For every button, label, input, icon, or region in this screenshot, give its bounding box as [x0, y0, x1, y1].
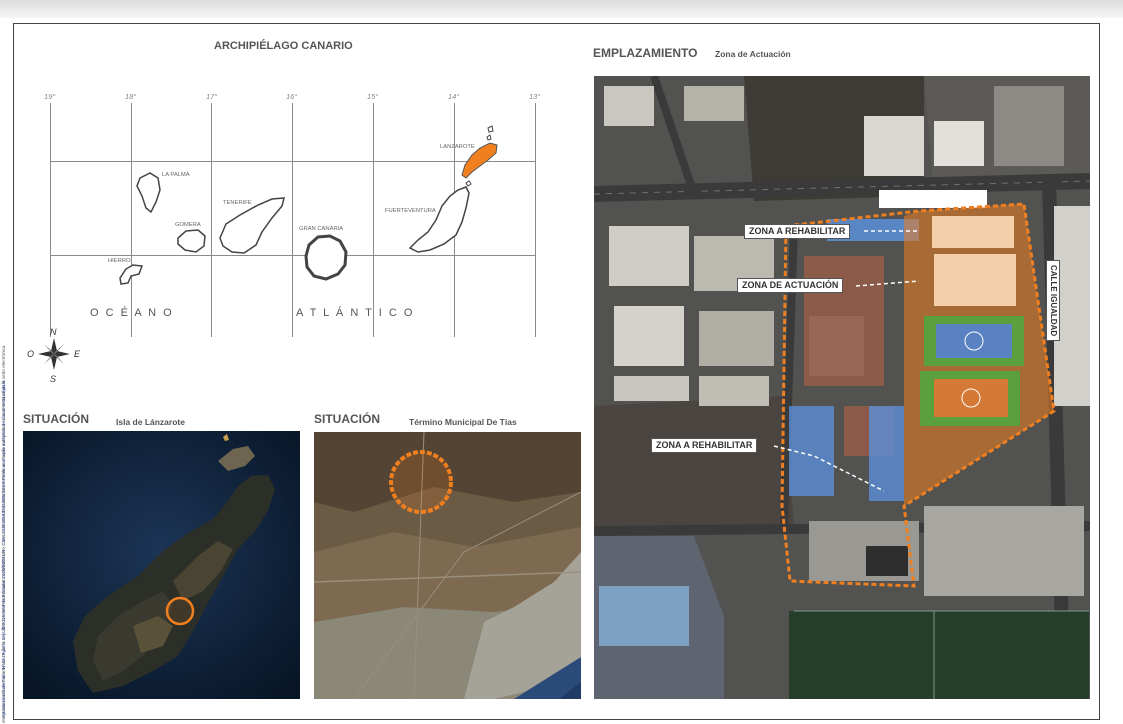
label-la-palma: LA PALMA: [162, 172, 190, 178]
street-label-calle-igualdad: CALLE IGUALDAD: [1046, 260, 1060, 342]
tias-municipality-map: [314, 432, 581, 699]
label-hierro: HIERRO: [108, 258, 131, 264]
compass-e: E: [74, 349, 81, 359]
situacion-municipio-subtitle: Término Municipal De Tías: [409, 417, 517, 427]
compass-rose-icon: [38, 338, 70, 370]
situacion-municipio-title: SITUACIÓN: [314, 412, 380, 426]
hierro-island: [119, 264, 144, 285]
ocean-word-2: A T L Á N T I C O: [296, 307, 415, 319]
tias-location-marker: [165, 596, 195, 626]
lanzarote-satellite-svg: [23, 431, 300, 699]
building-roof-2: [934, 254, 1016, 306]
registry-stamp-line-2: electrónico conforme al artículo 27 de l…: [1, 345, 6, 723]
label-gran-canaria: GRAN CANARIA: [299, 226, 344, 232]
emplazamiento-title: EMPLAZAMIENTO: [593, 46, 698, 60]
graciosa-island: [487, 125, 494, 133]
lanzarote-satellite-map: [23, 431, 300, 699]
islands-outline-svg: [119, 125, 498, 285]
tenerife-island: [219, 197, 285, 254]
compass-n: N: [50, 327, 57, 337]
label-gomera: GOMERA: [175, 222, 201, 228]
compass-s: S: [50, 374, 57, 384]
label-zona-rehabilitar-bottom: ZONA A REHABILITAR: [651, 438, 758, 453]
ocean-word-1: O C É A N O: [90, 307, 174, 319]
label-zona-actuacion: ZONA DE ACTUACIÓN: [737, 278, 844, 293]
gomera-island: [177, 229, 206, 253]
lobos-island: [465, 180, 472, 187]
fuerteventura-island: [408, 186, 470, 253]
situacion-isla-title: SITUACIÓN: [23, 412, 89, 426]
site-aerial-map: ZONA A REHABILITAR ZONA DE ACTUACIÓN ZON…: [594, 76, 1090, 699]
label-lanzarote: LANZAROTE: [440, 144, 475, 150]
compass-o: O: [27, 349, 35, 359]
tias-zone-marker: [389, 450, 453, 514]
situacion-isla-subtitle: Isla de Lánzarote: [116, 417, 185, 427]
label-zona-rehabilitar-top: ZONA A REHABILITAR: [744, 224, 851, 239]
alegranza-island: [486, 134, 492, 141]
label-tenerife: TENERIFE: [223, 200, 252, 206]
emplazamiento-subtitle: Zona de Actuación: [715, 49, 791, 59]
site-aerial-svg: [594, 76, 1090, 699]
tias-satellite-svg: [314, 432, 581, 699]
label-fuerteventura: FUERTEVENTURA: [385, 208, 436, 214]
la-palma-island: [136, 172, 161, 214]
building-roof-1: [932, 216, 1014, 248]
plan-sheet: Ayuntamiento de Tías - Nº de registro de…: [0, 0, 1123, 724]
gran-canaria-island: [304, 234, 348, 281]
